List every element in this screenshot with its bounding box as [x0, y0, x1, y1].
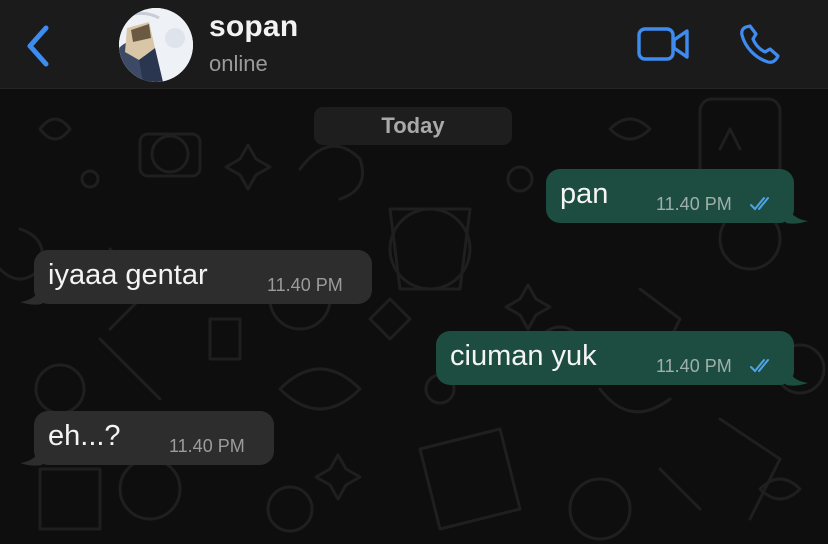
message-text: eh...?: [48, 420, 121, 452]
video-camera-icon: [637, 27, 689, 61]
message-text: pan: [560, 178, 609, 210]
message-bubble-outgoing[interactable]: ciuman yuk 11.40 PM: [436, 331, 794, 385]
date-separator: Today: [314, 107, 512, 145]
message-text: ciuman yuk: [450, 340, 597, 372]
video-call-button[interactable]: [637, 25, 691, 63]
bubble-tail: [20, 447, 42, 466]
message-text: iyaaa gentar: [48, 259, 208, 291]
bubble-tail: [20, 286, 42, 305]
chat-header: sopan online: [0, 0, 828, 89]
message-bubble-incoming[interactable]: iyaaa gentar 11.40 PM: [34, 250, 372, 304]
message-time: 11.40 PM: [656, 356, 732, 376]
voice-call-button[interactable]: [738, 24, 782, 66]
chat-screen: sopan online Today pan 11.40 PM iyaaa ge…: [0, 0, 828, 544]
read-receipt-icon: [750, 197, 769, 211]
back-button[interactable]: [22, 24, 56, 68]
message-list[interactable]: Today pan 11.40 PM iyaaa gentar 11.40 PM…: [0, 89, 828, 544]
message-time: 11.40 PM: [656, 194, 732, 214]
read-receipt-icon: [750, 359, 769, 373]
avatar[interactable]: [119, 8, 193, 82]
chevron-left-icon: [27, 25, 49, 67]
message-bubble-outgoing[interactable]: pan 11.40 PM: [546, 169, 794, 223]
message-time: 11.40 PM: [169, 436, 245, 456]
contact-status: online: [209, 51, 268, 76]
bubble-tail: [786, 205, 808, 224]
message-time: 11.40 PM: [267, 275, 343, 295]
avatar-image: [119, 8, 193, 82]
message-bubble-incoming[interactable]: eh...? 11.40 PM: [34, 411, 274, 465]
phone-icon: [740, 24, 780, 64]
bubble-tail: [786, 367, 808, 386]
chat-wallpaper: [0, 97, 826, 541]
contact-name[interactable]: sopan: [209, 10, 298, 44]
